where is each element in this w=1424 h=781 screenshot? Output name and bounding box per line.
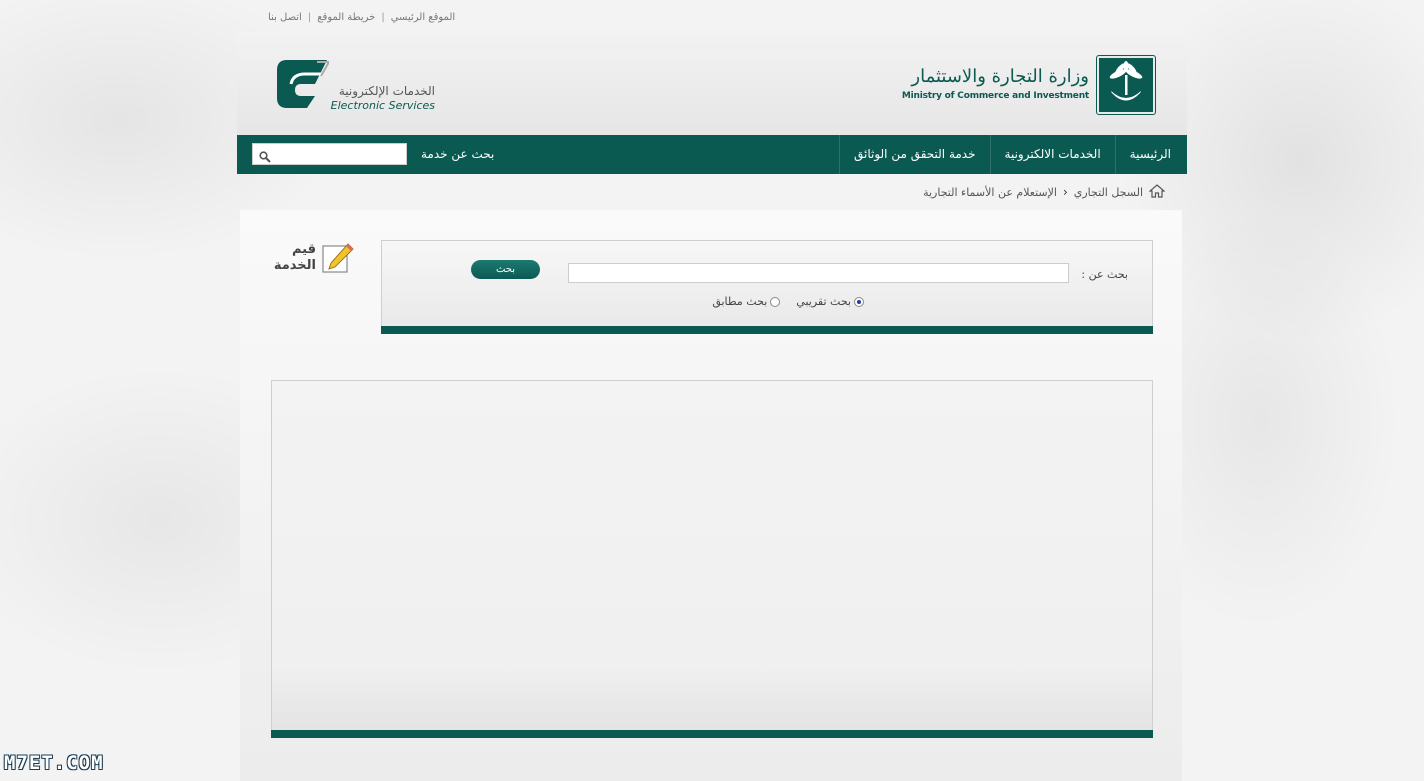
- search-icon[interactable]: [259, 148, 271, 167]
- radio-exact-search[interactable]: بحث مطابق: [712, 295, 781, 308]
- rate-service-label: قيم الخدمة: [273, 242, 316, 273]
- service-search-input[interactable]: [275, 144, 405, 164]
- search-panel: بحث عن : بحث بحث تقريبي بحث مطابق: [381, 240, 1153, 334]
- nav-item-eservices[interactable]: الخدمات الالكترونية: [989, 135, 1115, 174]
- electronic-services-ar: الخدمات الإلكترونية: [338, 84, 435, 98]
- ministry-name-ar: وزارة التجارة والاستثمار: [911, 66, 1089, 87]
- radio-approximate-label: بحث تقريبي: [796, 295, 851, 308]
- results-panel: [271, 380, 1153, 738]
- link-separator: |: [381, 12, 385, 23]
- service-search-label: بحث عن خدمة: [421, 147, 495, 161]
- site-header: وزارة التجارة والاستثمار Ministry of Com…: [237, 32, 1187, 135]
- breadcrumb: السجل التجاري ‹ الإستعلام عن الأسماء الت…: [923, 182, 1166, 202]
- ministry-name-en: Ministry of Commerce and Investment: [901, 91, 1089, 101]
- search-mode-radios: بحث تقريبي بحث مطابق: [712, 295, 864, 308]
- main-content: قيم الخدمة بحث عن : بحث بحث تقريبي بحث م…: [240, 210, 1182, 781]
- rate-service[interactable]: قيم الخدمة: [270, 240, 360, 280]
- page-container: وزارة التجارة والاستثمار Ministry of Com…: [237, 32, 1187, 781]
- site-map-link[interactable]: خريطة الموقع: [317, 12, 375, 23]
- breadcrumb-item-commercial-register[interactable]: السجل التجاري: [1074, 186, 1143, 199]
- radio-button[interactable]: [770, 296, 781, 307]
- nav-item-document-verification[interactable]: خدمة التحقق من الوثائق: [838, 135, 990, 174]
- chevron-left-icon: ‹: [1062, 185, 1068, 199]
- search-button[interactable]: بحث: [471, 260, 540, 279]
- main-site-link[interactable]: الموقع الرئيسي: [391, 12, 455, 23]
- radio-approximate-search[interactable]: بحث تقريبي: [796, 295, 864, 308]
- top-links: الموقع الرئيسي | خريطة الموقع | اتصل بنا: [268, 12, 455, 23]
- radio-button-selected[interactable]: [854, 296, 864, 307]
- nav-item-home[interactable]: الرئيسية: [1114, 135, 1187, 174]
- ministry-name: وزارة التجارة والاستثمار Ministry of Com…: [902, 66, 1089, 101]
- contact-link[interactable]: اتصل بنا: [268, 12, 302, 23]
- electronic-services-text: الخدمات الإلكترونية Electronic Services: [315, 84, 435, 112]
- main-navbar: الرئيسية الخدمات الالكترونية خدمة التحقق…: [237, 135, 1187, 174]
- pencil-note-icon[interactable]: [320, 240, 356, 280]
- search-for-label: بحث عن :: [1081, 268, 1128, 281]
- electronic-services-en: Electronic Services: [330, 99, 435, 112]
- home-icon[interactable]: [1148, 183, 1166, 201]
- breadcrumb-item-trade-names-inquiry: الإستعلام عن الأسماء التجارية: [923, 185, 1057, 199]
- link-separator: |: [307, 12, 312, 23]
- service-search-box[interactable]: [252, 143, 407, 165]
- watermark: M7ET.COM: [4, 752, 104, 774]
- palm-swords-emblem-icon[interactable]: [1096, 55, 1156, 115]
- radio-exact-label: بحث مطابق: [712, 295, 768, 308]
- trade-name-search-input[interactable]: [568, 263, 1069, 283]
